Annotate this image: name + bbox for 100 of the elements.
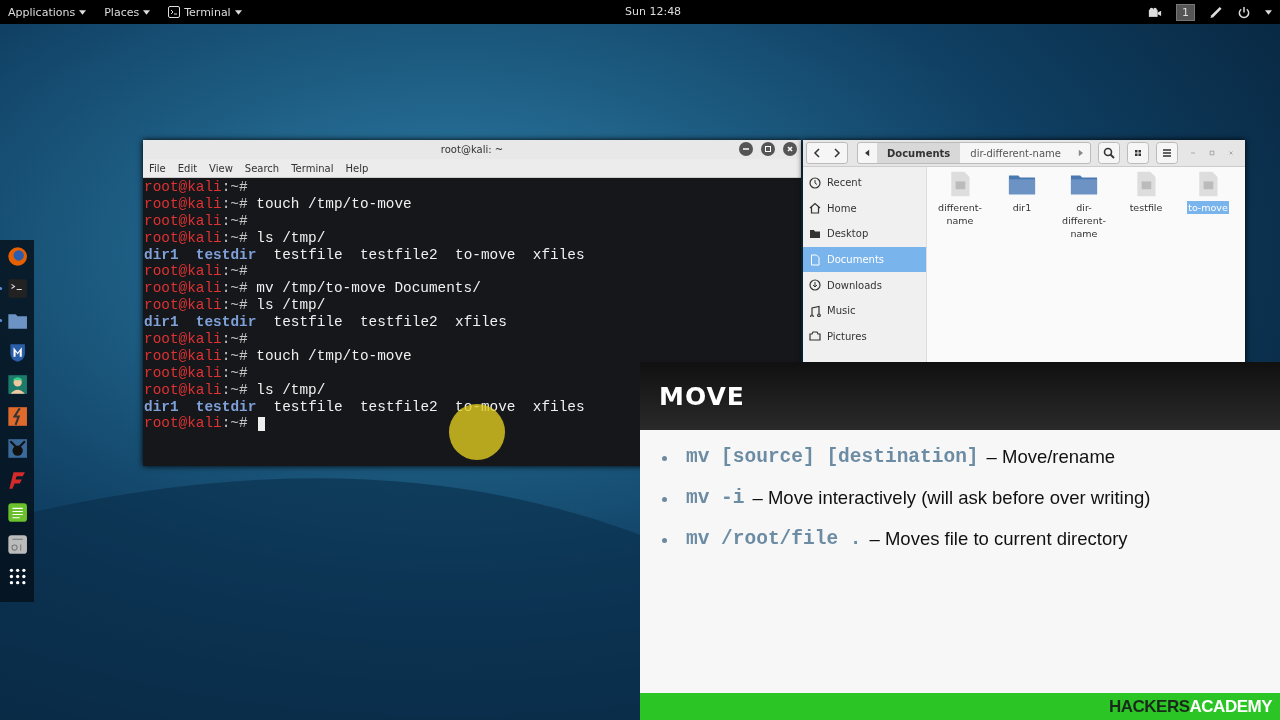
prompt-user: root@kali (144, 212, 222, 230)
academy-logo: HACKERSACADEMY (1109, 696, 1272, 717)
directory-entry: testdir (195, 246, 257, 264)
prompt-path: :~# (221, 195, 248, 213)
sidebar-item[interactable]: Desktop (803, 221, 926, 247)
file-entry: to-move (455, 246, 516, 264)
workspace-indicator[interactable]: 1 (1176, 3, 1195, 21)
clock: Sun 12:48 (625, 5, 682, 18)
command-text: touch /tmp/to-move (256, 195, 412, 213)
prompt-user: root@kali (144, 415, 222, 433)
file-entry: xfiles (532, 398, 585, 416)
file-entry: testfile2 (360, 246, 438, 264)
command-description: – Move interactively (will ask before over writing) (752, 486, 1151, 509)
prompt-user: root@kali (144, 263, 222, 281)
directory-entry: testdir (195, 314, 257, 331)
slide-title: MOVE (659, 381, 745, 411)
caret-icon (1265, 9, 1272, 15)
camera-icon (1148, 5, 1162, 19)
command-description: – Moves file to current directory (869, 527, 1128, 550)
menu-item[interactable]: Help (339, 162, 375, 174)
sidebar-item[interactable]: Pictures (803, 323, 926, 350)
prompt-path: :~# (221, 212, 248, 230)
menu-item[interactable]: File (143, 162, 172, 174)
maximize-button[interactable] (761, 142, 775, 156)
command-text: ls /tmp/ (256, 381, 326, 399)
file-entry: xfiles (532, 246, 585, 264)
prompt-path: :~# (221, 179, 248, 196)
prompt-path: :~# (221, 381, 248, 399)
sidebar-item[interactable]: Downloads (803, 272, 926, 298)
prompt-path: :~# (221, 280, 248, 298)
grid-view-button[interactable] (1126, 142, 1149, 164)
minimize-button[interactable] (739, 142, 753, 156)
file-name[interactable]: dir-different-name (1055, 201, 1113, 240)
command-text: touch /tmp/to-move (256, 347, 412, 365)
directory-entry: dir1 (144, 246, 179, 264)
sidebar-item[interactable]: Recent (803, 170, 926, 196)
command-syntax: mv /root/file . (686, 527, 862, 550)
prompt-path: :~# (221, 331, 248, 348)
top-bar-menu[interactable]: Terminal (162, 3, 248, 21)
document-icon (809, 253, 821, 266)
menu-item[interactable]: Terminal (285, 162, 340, 174)
file-entry: testfile (273, 246, 343, 264)
menu-button[interactable] (1155, 142, 1178, 164)
download-icon (809, 279, 821, 292)
menu-item[interactable]: Edit (171, 162, 204, 174)
sidebar-item[interactable]: Music (803, 297, 926, 324)
prompt-user: root@kali (144, 331, 222, 348)
bullet-dot (662, 497, 667, 502)
menu-item[interactable]: Search (238, 162, 286, 174)
command-syntax: mv [source] [destination] (686, 445, 979, 468)
command-text: ls /tmp/ (256, 297, 326, 315)
prompt-user: root@kali (144, 195, 222, 213)
directory-entry: testdir (195, 398, 257, 416)
file-name[interactable]: testfile (1117, 201, 1175, 214)
command-text: mv /tmp/to-move Documents/ (256, 280, 481, 298)
sidebar-item[interactable]: Home (803, 195, 926, 222)
prompt-user: root@kali (144, 364, 222, 382)
terminal-icon[interactable] (0, 278, 28, 299)
path-button[interactable]: Documents (877, 143, 961, 163)
prompt-user: root@kali (144, 347, 222, 365)
command-text: ls /tmp/ (256, 229, 326, 247)
prompt-path: :~# (221, 229, 248, 247)
prompt-path: :~# (221, 364, 248, 382)
top-bar-menu[interactable]: Places (98, 3, 157, 21)
terminal-icon (168, 6, 181, 18)
directory-entry: dir1 (144, 398, 179, 416)
prompt-user: root@kali (144, 229, 222, 247)
power-icon[interactable] (1237, 5, 1251, 19)
file-entry: testfile (273, 314, 343, 331)
prompt-user: root@kali (144, 179, 222, 196)
path-button[interactable]: dir-different-name (960, 143, 1071, 163)
menu-item[interactable]: View (203, 162, 239, 174)
camera-icon (809, 330, 821, 343)
close-button[interactable] (783, 142, 797, 156)
prompt-path: :~# (221, 297, 248, 315)
prompt-user: root@kali (144, 297, 222, 315)
prompt-user: root@kali (144, 381, 222, 399)
bullet-dot (662, 456, 667, 461)
file-name[interactable]: dir1 (993, 201, 1051, 214)
clock-icon (809, 176, 821, 189)
prompt-path: :~# (221, 263, 248, 281)
file-entry: testfile2 (360, 314, 438, 331)
search-button[interactable] (1097, 142, 1120, 164)
right-arrow-icon[interactable] (1077, 149, 1083, 157)
file-entry: testfile2 (360, 398, 438, 416)
caret-icon (234, 9, 242, 15)
file-entry: xfiles (455, 314, 507, 331)
prompt-path: :~# (221, 415, 248, 433)
file-entry: testfile (273, 398, 343, 416)
folder-icon (809, 228, 821, 240)
command-description: – Move/rename (986, 445, 1116, 468)
caret-icon (79, 9, 87, 15)
window-title: root@kali: ~ (440, 144, 504, 155)
left-arrow-icon[interactable] (865, 149, 870, 157)
top-bar-menu[interactable]: Applications (2, 3, 93, 21)
music-icon (809, 304, 821, 317)
prompt-user: root@kali (144, 280, 222, 298)
file-name[interactable]: different-name (931, 201, 989, 227)
prompt-path: :~# (221, 347, 248, 365)
directory-entry: dir1 (144, 314, 179, 331)
